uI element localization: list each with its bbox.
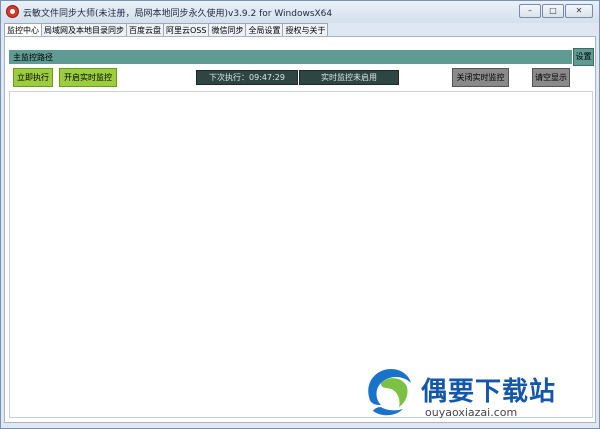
title-bar: 云敏文件同步大师(未注册，局网本地同步永久使用)v3.9.2 for Windo… <box>1 1 599 23</box>
maximize-icon: □ <box>549 6 557 15</box>
tab-lan-local-sync[interactable]: 局域网及本地目录同步 <box>41 23 127 36</box>
next-exec-status: 下次执行：09:47:29 <box>196 70 298 85</box>
main-path-bar: 主监控路径 <box>9 50 572 64</box>
minimize-button[interactable]: – <box>519 4 541 18</box>
close-icon: ✕ <box>575 6 583 15</box>
watermark-brand: 偶要下载站 <box>421 377 557 407</box>
tab-baidu-cloud[interactable]: 百度云盘 <box>126 23 164 36</box>
window-title: 云敏文件同步大师(未注册，局网本地同步永久使用)v3.9.2 for Windo… <box>23 9 333 19</box>
stop-realtime-monitor-button[interactable]: 关闭实时监控 <box>452 68 509 87</box>
minimize-icon: – <box>528 6 532 15</box>
app-logo-icon <box>6 5 19 18</box>
realtime-monitor-status: 实时监控未启用 <box>299 70 399 85</box>
tab-aliyun-oss[interactable]: 阿里云OSS <box>163 23 210 36</box>
app-window: 云敏文件同步大师(未注册，局网本地同步永久使用)v3.9.2 for Windo… <box>0 0 600 429</box>
tab-wechat-sync[interactable]: 微信同步 <box>208 23 247 36</box>
watermark-url: ouyaoxiazai.com <box>425 406 518 419</box>
maximize-button[interactable]: □ <box>542 4 564 18</box>
run-now-button[interactable]: 立即执行 <box>13 68 53 87</box>
settings-button[interactable]: 设置 <box>573 48 594 66</box>
window-controls: – □ ✕ <box>519 4 593 18</box>
clear-display-button[interactable]: 请空显示 <box>532 68 570 87</box>
close-button[interactable]: ✕ <box>565 4 593 18</box>
watermark: 偶要下载站 ouyaoxiazai.com <box>361 363 591 423</box>
main-path-label: 主监控路径 <box>13 53 53 62</box>
tab-global-settings[interactable]: 全局设置 <box>245 23 284 36</box>
tab-monitor-center[interactable]: 监控中心 <box>4 23 42 37</box>
tab-license-about[interactable]: 授权与关于 <box>282 23 329 36</box>
tab-bar: 监控中心 局域网及本地目录同步 百度云盘 阿里云OSS 微信同步 全局设置 授权… <box>4 23 329 37</box>
watermark-logo-icon <box>368 369 411 416</box>
start-realtime-monitor-button[interactable]: 开启实时监控 <box>59 68 117 87</box>
